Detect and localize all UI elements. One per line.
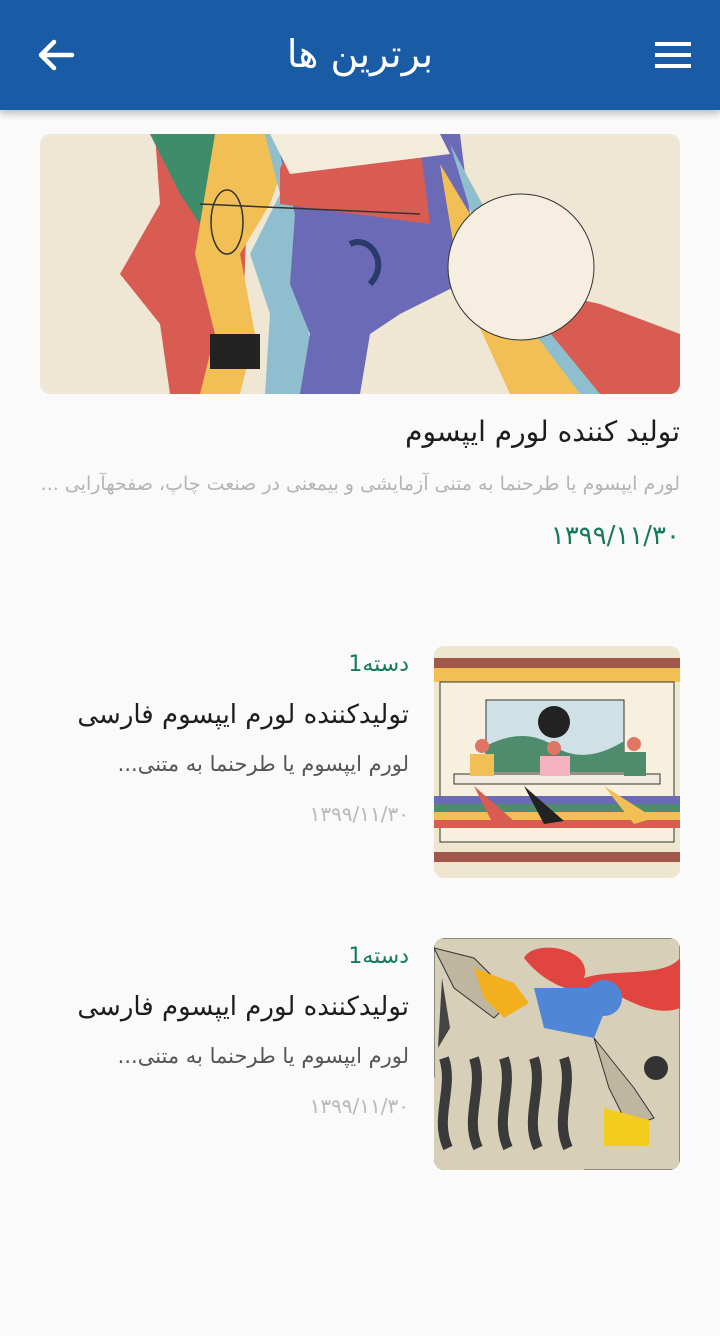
featured-article-date: ۱۳۹۹/۱۱/۳۰: [550, 521, 680, 551]
article-card[interactable]: دسته1 تولیدکننده لورم ایپسوم فارسی لورم …: [0, 938, 720, 1170]
article-illustration: [434, 938, 680, 1170]
page-title: برترین ها: [286, 32, 434, 76]
article-illustration: [434, 646, 680, 878]
article-thumbnail[interactable]: [434, 938, 680, 1170]
article-excerpt: لورم ایپسوم یا طرحنما به متنی...: [117, 1044, 409, 1068]
menu-button[interactable]: [652, 36, 694, 74]
article-date: ۱۳۹۹/۱۱/۳۰: [309, 802, 409, 826]
article-date: ۱۳۹۹/۱۱/۳۰: [309, 1094, 409, 1118]
app-bar: برترین ها: [0, 0, 720, 110]
article-excerpt: لورم ایپسوم یا طرحنما به متنی...: [117, 752, 409, 776]
article-category[interactable]: دسته1: [109, 646, 409, 684]
article-thumbnail[interactable]: [434, 646, 680, 878]
featured-article-excerpt: لورم ایپسوم یا طرحنما به متنی آزمایشی و …: [40, 473, 680, 495]
featured-illustration: [40, 134, 680, 394]
article-card[interactable]: دسته1 تولیدکننده لورم ایپسوم فارسی لورم …: [0, 646, 720, 878]
article-category[interactable]: دسته1: [109, 938, 409, 976]
article-title[interactable]: تولیدکننده لورم ایپسوم فارسی: [29, 692, 409, 738]
featured-article-image[interactable]: [40, 134, 680, 394]
featured-article-title[interactable]: تولید کننده لورم ایپسوم: [40, 404, 680, 460]
hamburger-menu-icon: [655, 42, 691, 68]
article-title[interactable]: تولیدکننده لورم ایپسوم فارسی: [29, 984, 409, 1030]
